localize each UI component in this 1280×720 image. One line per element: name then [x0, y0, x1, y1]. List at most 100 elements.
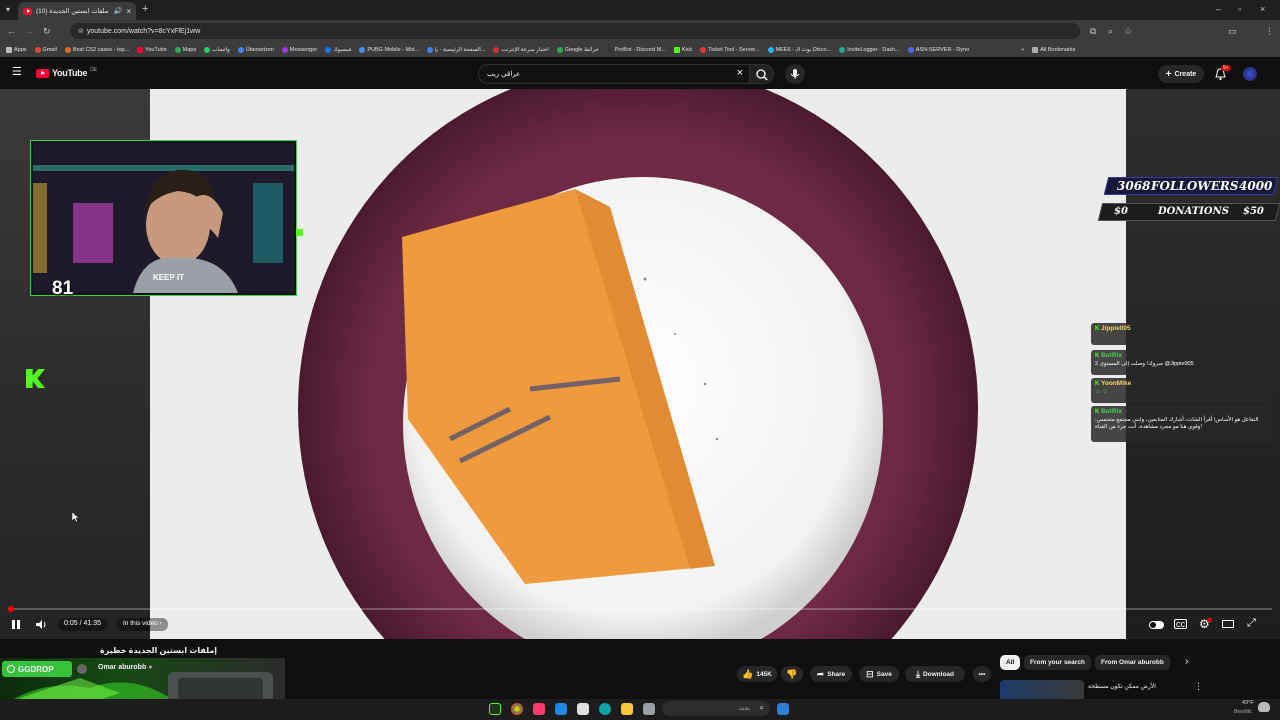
create-button[interactable]: + Create [1158, 65, 1204, 83]
reload-icon[interactable]: ↻ [43, 26, 51, 36]
bookmarks-bar: Apps Gmail Best CS2 cases - top... YouTu… [0, 42, 1280, 57]
windows-start-icon[interactable] [777, 703, 789, 715]
more-menu-icon[interactable]: ⋮ [1265, 26, 1274, 36]
back-arrow-icon[interactable]: ← [7, 26, 16, 36]
bookmark-star-icon[interactable]: ☆ [1124, 26, 1132, 36]
bookmark-dyno[interactable]: ASN-SERVER - Dyno [907, 46, 969, 53]
bookmark-home[interactable]: الصفحة الرئيسية - بإ... [426, 46, 485, 53]
bookmark-icon: ⊟ [866, 668, 874, 679]
bookmark-apps[interactable]: Apps [6, 46, 27, 53]
maximize-button[interactable]: ▫ [1238, 4, 1241, 14]
bookmark-probot[interactable]: ProBot - Discord M... [606, 46, 666, 53]
bookmark-google-maps[interactable]: Google خرائط [556, 46, 599, 53]
zoom-icon[interactable]: ⌕ [1108, 26, 1113, 36]
bookmark-label: Apps [14, 46, 27, 53]
translate-icon [237, 46, 244, 53]
tab-audio-icon[interactable]: 🔊 [114, 7, 123, 15]
bookmarks-overflow-icon[interactable]: » [1021, 47, 1024, 53]
notifications-button[interactable]: 9+ [1214, 65, 1231, 81]
os-taskbar [0, 699, 1280, 720]
chat-emotes: ☺ ☺ [1095, 389, 1108, 395]
bookmark-gmail[interactable]: Gmail [34, 46, 57, 53]
chips-next-icon[interactable]: › [1185, 656, 1188, 667]
video-title: إملفات ابستين الجديدة خطيرة [100, 646, 218, 655]
search-input[interactable]: عراقي ريب × [478, 64, 750, 84]
progress-track[interactable] [8, 608, 1272, 610]
theater-mode-icon[interactable] [1222, 620, 1234, 628]
window-close-button[interactable]: × [1260, 4, 1265, 14]
tab-close-icon[interactable]: × [126, 7, 131, 16]
fullscreen-icon[interactable]: ⤢ [1247, 617, 1256, 630]
taskbar-explorer-icon[interactable] [621, 703, 633, 715]
bookmark-invitelogger[interactable]: InviteLogger - Dash... [839, 46, 900, 53]
channel-avatar[interactable] [77, 664, 87, 674]
channel-name[interactable]: Omar aburobb ● [98, 664, 152, 671]
next-video-thumbnail[interactable] [1000, 680, 1084, 699]
chip-from-search[interactable]: From your search [1024, 655, 1091, 670]
search-button[interactable] [750, 64, 774, 84]
chat-message: K BotRix مبروك! وصلت إلى المستوى 2 @Jipp… [1091, 350, 1271, 375]
weather-temp[interactable]: 43°F [1242, 700, 1254, 706]
site-info-icon[interactable]: ⊜ [78, 28, 84, 35]
taskbar-search[interactable]: بحث ⌕ [662, 701, 770, 716]
hamburger-menu-icon[interactable]: ☰ [12, 67, 22, 78]
taskbar-edge-icon[interactable] [599, 703, 611, 715]
kick-badge-icon: K [1095, 353, 1100, 359]
address-bar[interactable]: ⊜ youtube.com/watch?v=8cYxFlEj1ww [70, 23, 1080, 39]
scrubber-handle[interactable] [8, 606, 14, 612]
new-tab-button[interactable]: + [142, 4, 148, 15]
bookmark-translate[interactable]: Übersetzen [237, 46, 274, 53]
forward-arrow-icon[interactable]: → [25, 26, 34, 36]
bookmark-mee6[interactable]: MEE6 - بوت الـ Disco... [767, 46, 831, 53]
taskbar-store-icon[interactable] [577, 703, 589, 715]
bookmark-maps[interactable]: Maps [174, 46, 196, 53]
chip-all[interactable]: All [1000, 655, 1021, 670]
more-actions-button[interactable]: ••• [973, 666, 991, 682]
bookmark-tickettool[interactable]: Ticket Tool - Server... [700, 46, 760, 53]
pause-icon[interactable] [11, 619, 21, 630]
dislike-button[interactable]: 👎 [781, 666, 803, 682]
tickettool-icon [700, 46, 707, 53]
browser-tab-active[interactable]: (10) ملفات ابستين الجديدة - 🔊 × [18, 2, 136, 20]
create-label: Create [1174, 70, 1197, 78]
like-button[interactable]: 👍 145K [737, 666, 777, 682]
webcam-corner-marker [296, 229, 303, 236]
ad-brand-logo[interactable]: GGDROP [2, 661, 72, 677]
minimize-button[interactable]: – [1216, 4, 1221, 14]
translate-icon[interactable]: ⧉ [1090, 26, 1096, 36]
taskbar-app-kick-icon[interactable] [489, 703, 501, 715]
bookmark-facebook[interactable]: فيسبوك [325, 46, 351, 53]
sidebar-panel-icon[interactable]: ▭ [1228, 26, 1237, 36]
progress-bar[interactable] [0, 608, 1280, 610]
bookmark-whatsapp[interactable]: واتساب [204, 46, 230, 53]
clear-search-icon[interactable]: × [737, 67, 743, 79]
bookmark-youtube[interactable]: YouTube [137, 46, 167, 53]
taskbar-taskview-icon[interactable] [643, 703, 655, 715]
share-button[interactable]: ➦ Share [810, 666, 852, 682]
chip-from-channel[interactable]: From Omar aburobb [1095, 655, 1170, 670]
youtube-logo[interactable]: YouTube DE [36, 67, 97, 78]
download-button[interactable]: ⤓ Download [905, 666, 965, 682]
save-button[interactable]: ⊟ Save [859, 666, 899, 682]
taskbar-chrome-icon[interactable] [511, 703, 523, 715]
volume-icon[interactable] [35, 619, 47, 630]
all-bookmarks[interactable]: All Bookmarks [1032, 46, 1075, 53]
bookmark-messenger[interactable]: Messenger [281, 46, 318, 53]
bookmark-cs2[interactable]: Best CS2 cases - top... [64, 46, 129, 53]
tab-search-icon[interactable]: ▾ [6, 5, 10, 15]
next-video-menu-icon[interactable]: ⋮ [1194, 681, 1203, 692]
chat-username: BotRix [1101, 352, 1122, 359]
captions-icon[interactable]: cc [1174, 619, 1187, 629]
bookmark-pubg[interactable]: PUBG Mobile - Mid... [359, 46, 419, 53]
account-avatar[interactable] [1243, 67, 1257, 81]
taskbar-app-pink-icon[interactable] [533, 703, 545, 715]
chat-message: K Jippie005 [1091, 323, 1271, 345]
voice-search-button[interactable] [785, 64, 805, 84]
mee6-icon [767, 46, 774, 53]
next-video-title[interactable]: الأرض ممكن تكون مسطحة [1088, 683, 1156, 690]
chapters-button[interactable]: In this video › [117, 618, 168, 631]
bookmark-label: Messenger [289, 46, 318, 53]
bookmark-kick[interactable]: Kick [673, 46, 692, 53]
bookmark-speedtest[interactable]: اختبار سرعة الإنترنت [493, 46, 549, 53]
taskbar-app-blue-icon[interactable] [555, 703, 567, 715]
